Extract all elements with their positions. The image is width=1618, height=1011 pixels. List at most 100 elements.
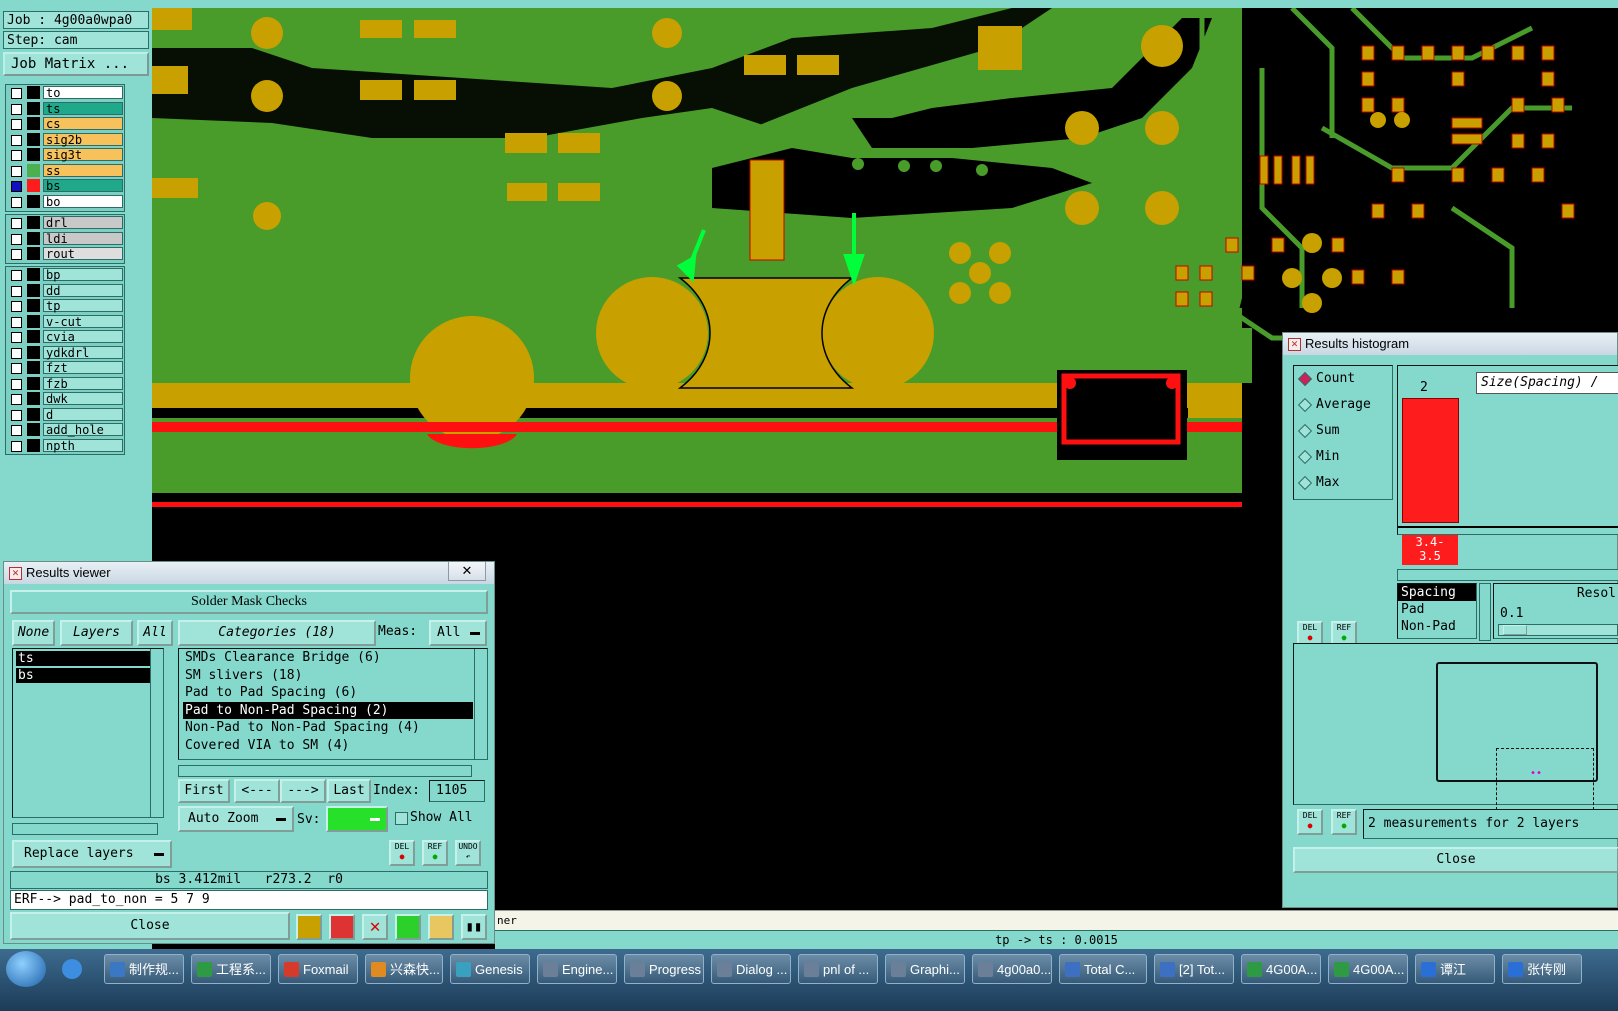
mode-option-min[interactable]: Min — [1294, 444, 1392, 470]
layer-row-drl[interactable]: drl — [6, 215, 124, 231]
last-button[interactable]: Last — [327, 779, 371, 803]
layer-name[interactable]: dwk — [43, 392, 123, 406]
radio-diamond-icon[interactable] — [1297, 397, 1313, 413]
layer-name[interactable]: sig2b — [43, 132, 123, 146]
layer-name[interactable]: ydkdrl — [43, 345, 123, 359]
select-icon[interactable] — [395, 914, 421, 940]
type-list-item[interactable]: Non-Pad — [1398, 618, 1476, 635]
layer-color-swatch[interactable] — [27, 361, 40, 374]
layer-row-d[interactable]: d — [6, 407, 124, 423]
layer-checkbox[interactable] — [11, 181, 22, 192]
category-item[interactable]: Pad to Non-Pad Spacing (2) — [183, 701, 473, 719]
layer-list-hscrollbar[interactable] — [12, 823, 158, 835]
layer-name[interactable]: to — [43, 86, 123, 100]
result-layer-item[interactable]: ts — [16, 651, 151, 666]
layer-color-swatch[interactable] — [27, 179, 40, 192]
layer-checkbox[interactable] — [11, 409, 22, 421]
type-list[interactable]: Spacing Pad Non-Pad — [1397, 583, 1477, 639]
taskbar-item[interactable]: 4G00A... — [1241, 954, 1321, 984]
prev-button[interactable]: <--- — [234, 779, 280, 803]
layer-name[interactable]: cs — [43, 117, 123, 131]
next-button[interactable]: ---> — [280, 779, 326, 803]
taskbar-item[interactable]: pnl of ... — [798, 954, 878, 984]
taskbar-item[interactable]: 谭江 — [1415, 954, 1495, 984]
del-icon[interactable]: DEL ● — [1297, 809, 1323, 835]
layer-row-sig3t[interactable]: sig3t — [6, 147, 124, 163]
type-list-item[interactable]: Spacing — [1398, 584, 1476, 601]
taskbar-item[interactable]: Graphi... — [885, 954, 965, 984]
all-layers-button[interactable]: All — [137, 620, 173, 646]
category-hscrollbar[interactable] — [178, 765, 472, 777]
layer-row-ss[interactable]: ss — [6, 163, 124, 179]
layer-checkbox[interactable] — [11, 249, 22, 260]
layer-color-swatch[interactable] — [27, 101, 40, 115]
taskbar-item[interactable]: Engine... — [537, 954, 617, 984]
layer-row-npth[interactable]: npth — [6, 438, 124, 454]
layer-row-fzt[interactable]: fzt — [6, 360, 124, 376]
layer-name[interactable]: rout — [43, 247, 123, 261]
histogram-bar[interactable] — [1402, 398, 1459, 523]
layer-checkbox[interactable] — [11, 88, 22, 99]
layer-name[interactable]: bo — [43, 194, 123, 208]
sv-color-dropdown[interactable] — [326, 806, 388, 832]
taskbar-item[interactable]: Progress — [624, 954, 704, 984]
layer-color-swatch[interactable] — [27, 268, 40, 281]
layer-color-swatch[interactable] — [27, 407, 40, 421]
layer-row-bs[interactable]: bs — [6, 178, 124, 194]
histogram-icon[interactable]: ▮▮ — [461, 914, 487, 940]
slider-thumb[interactable] — [1503, 625, 1527, 635]
layer-row-sig2b[interactable]: sig2b — [6, 132, 124, 148]
layer-color-swatch[interactable] — [27, 216, 40, 229]
layer-row-ts[interactable]: ts — [6, 101, 124, 117]
layer-name[interactable]: ss — [43, 163, 123, 177]
layer-color-swatch[interactable] — [27, 330, 40, 343]
layer-row-ldi[interactable]: ldi — [6, 231, 124, 247]
layer-checkbox[interactable] — [11, 218, 22, 229]
taskbar-item[interactable]: Dialog ... — [711, 954, 791, 984]
ref-icon[interactable]: REF ● — [1331, 809, 1357, 835]
layer-color-swatch[interactable] — [27, 148, 40, 161]
meas-dropdown[interactable]: All — [429, 620, 487, 646]
layer-name[interactable]: add_hole — [43, 423, 123, 437]
layer-checkbox[interactable] — [11, 440, 22, 452]
layer-checkbox[interactable] — [11, 165, 22, 177]
category-item[interactable]: Covered VIA to SM (4) — [183, 737, 473, 755]
layer-name[interactable]: fzb — [43, 376, 123, 390]
layer-checkbox[interactable] — [11, 134, 22, 146]
layer-name[interactable]: drl — [43, 216, 123, 230]
layer-color-swatch[interactable] — [27, 163, 40, 177]
layer-name[interactable]: sig3t — [43, 148, 123, 162]
type-list-item[interactable]: Pad — [1398, 601, 1476, 618]
none-button[interactable]: None — [12, 620, 55, 646]
layer-checkbox[interactable] — [11, 196, 22, 208]
layer-checkbox[interactable] — [11, 103, 22, 115]
radio-diamond-icon[interactable] — [1297, 449, 1313, 465]
layer-checkbox[interactable] — [11, 270, 22, 281]
auto-zoom-dropdown[interactable]: Auto Zoom — [178, 806, 294, 832]
layer-name[interactable]: bs — [43, 179, 123, 193]
replace-layers-dropdown[interactable]: Replace layers — [12, 840, 172, 868]
layer-color-swatch[interactable] — [27, 314, 40, 328]
type-list-scrollbar[interactable] — [1479, 583, 1491, 641]
highlight-icon[interactable] — [329, 914, 355, 940]
undo-icon[interactable]: UNDO ↶ — [455, 840, 481, 866]
taskbar-item[interactable]: 制作规... — [104, 954, 184, 984]
layer-color-swatch[interactable] — [27, 438, 40, 452]
category-item[interactable]: Pad to Pad Spacing (6) — [183, 684, 473, 702]
mode-option-max[interactable]: Max — [1294, 470, 1392, 496]
layer-checkbox[interactable] — [11, 301, 22, 312]
layer-color-swatch[interactable] — [27, 299, 40, 312]
measure-icon[interactable] — [296, 914, 322, 940]
category-item[interactable]: SM slivers (18) — [183, 667, 473, 685]
layer-color-swatch[interactable] — [27, 231, 40, 245]
results-viewer-titlebar[interactable]: ✕ Results viewer — [4, 562, 494, 584]
taskbar-item[interactable]: 4G00A... — [1328, 954, 1408, 984]
layer-checkbox[interactable] — [11, 394, 22, 405]
mode-option-count[interactable]: Count — [1294, 366, 1392, 392]
histogram-titlebar[interactable]: ✕ Results histogram — [1283, 333, 1617, 355]
layer-row-rout[interactable]: rout — [6, 246, 124, 262]
layer-color-swatch[interactable] — [27, 392, 40, 405]
layer-row-ydkdrl[interactable]: ydkdrl — [6, 345, 124, 361]
layer-name[interactable]: v-cut — [43, 314, 123, 328]
taskbar-item[interactable]: 工程系... — [191, 954, 271, 984]
